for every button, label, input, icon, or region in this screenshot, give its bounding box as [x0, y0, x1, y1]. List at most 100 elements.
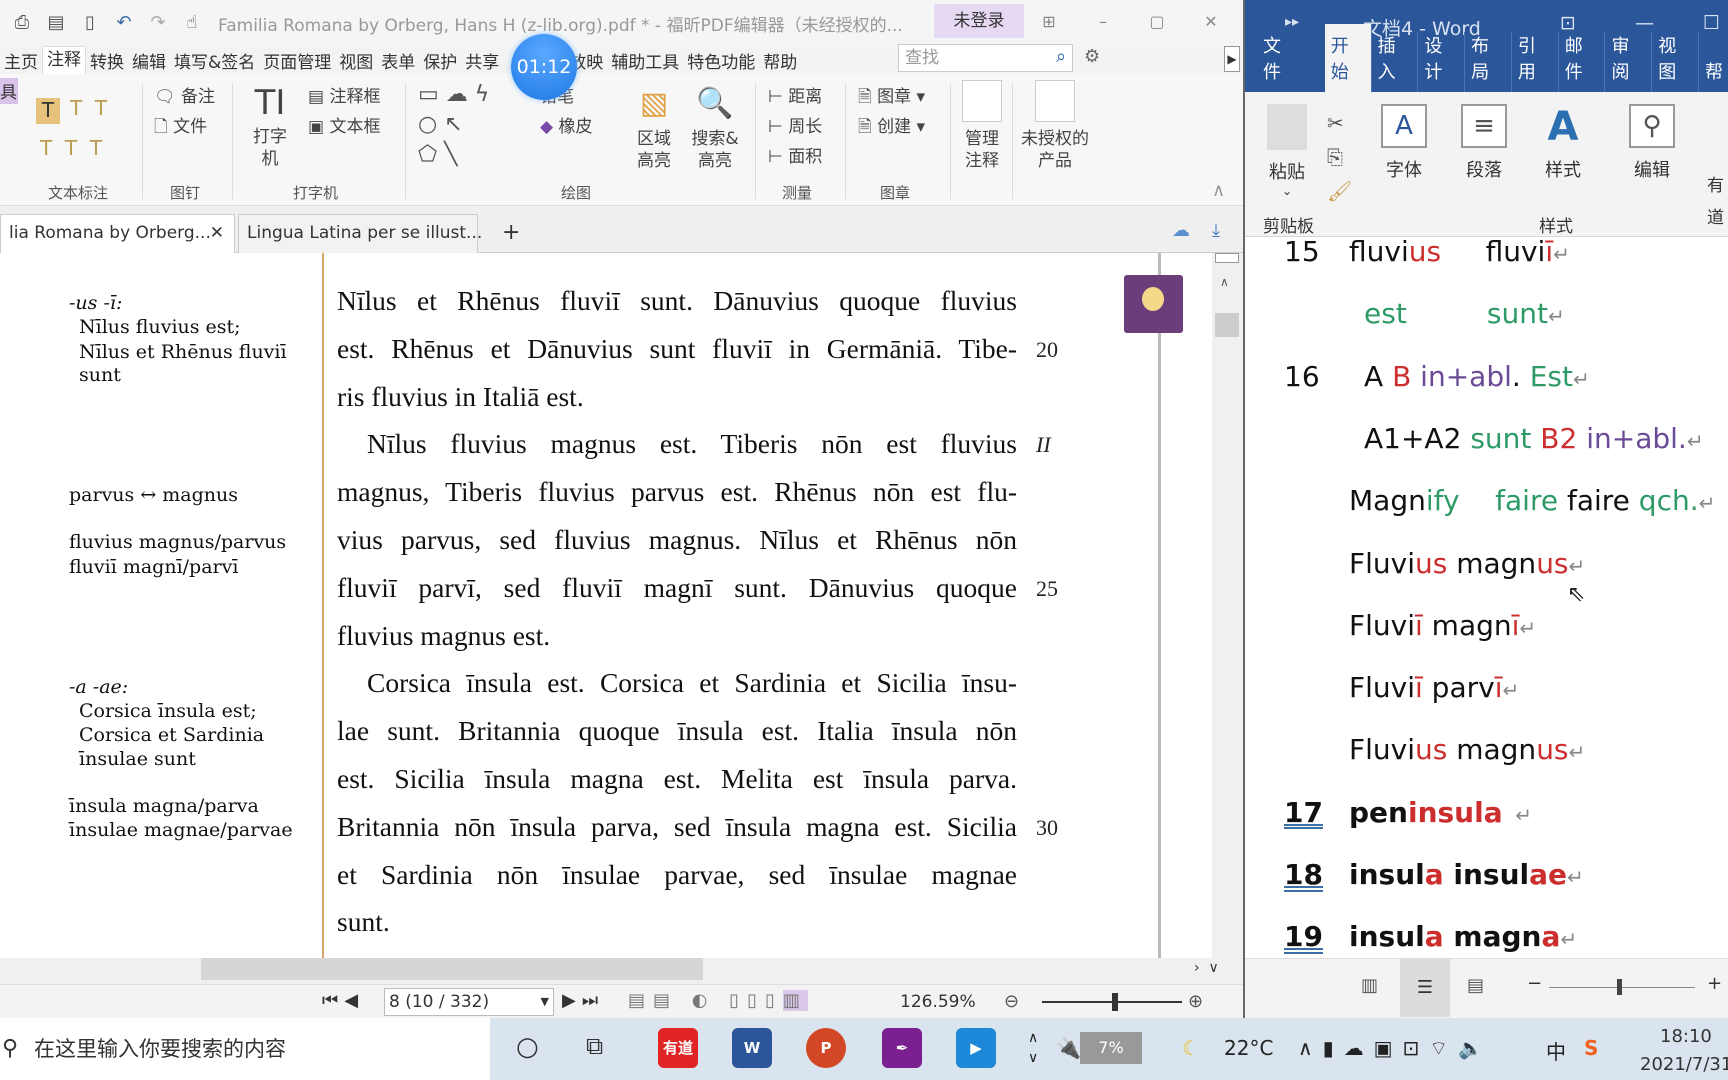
zoom-out-button[interactable]: ⊖	[1004, 991, 1019, 1012]
undo-icon[interactable]: ↶	[112, 11, 136, 35]
search-icon[interactable]: ⌕	[1056, 46, 1066, 67]
font-button[interactable]: A 字体	[1381, 104, 1427, 182]
tools-side-tab[interactable]: 具	[0, 78, 18, 104]
word-tab[interactable]: 布局	[1465, 32, 1512, 92]
next-last-page-buttons[interactable]: ▶⏭	[562, 990, 604, 1011]
manage-comments-button[interactable]: 管理注释	[960, 80, 1004, 172]
media-player-app[interactable]: ▶	[956, 1028, 996, 1068]
note-button[interactable]: 🗨 备注	[154, 82, 215, 107]
menu-item[interactable]: 视图	[335, 48, 377, 73]
layout-icon[interactable]: ⊞	[1034, 8, 1064, 36]
squiggly-icon[interactable]: T T	[70, 96, 107, 120]
horizontal-scrollbar[interactable]: › ∨	[0, 958, 1243, 984]
print-icon[interactable]: ⎙	[10, 11, 34, 35]
vertical-scrollbar[interactable]: ∧	[1212, 253, 1243, 958]
search-highlight-button[interactable]: 🔍 搜索&高亮	[690, 80, 740, 172]
recording-timer[interactable]: 01:12	[511, 34, 577, 100]
word-zoom-in[interactable]: +	[1707, 973, 1722, 994]
menu-item[interactable]: 页面管理	[259, 48, 335, 73]
cloud-icon[interactable]: ☁	[1172, 220, 1190, 241]
word-tab[interactable]: 视图	[1652, 32, 1700, 92]
callout-button[interactable]: ▤ 注释框	[308, 82, 380, 107]
word-tab[interactable]: 设计	[1418, 32, 1466, 92]
word-tab[interactable]: 审阅	[1605, 32, 1653, 92]
strikeout-icon[interactable]: T T T	[40, 136, 102, 160]
maximize-button[interactable]: ▢	[1142, 8, 1172, 36]
menu-item[interactable]: 辅助工具	[607, 48, 683, 73]
word-app[interactable]: W	[732, 1028, 772, 1068]
youdao-app[interactable]: 有道	[658, 1028, 698, 1068]
menu-item[interactable]: 共享	[461, 48, 503, 73]
paste-button[interactable]: 粘贴 ⌄	[1267, 104, 1307, 198]
distance-button[interactable]: ⊢ 距离	[768, 82, 822, 107]
word-tab[interactable]: 文件	[1245, 32, 1325, 92]
taskbar-search[interactable]: ⚲ 在这里输入你要搜索的内容	[0, 1018, 490, 1080]
first-prev-page-buttons[interactable]: ⏮◀	[322, 990, 364, 1011]
word-tab[interactable]: 帮	[1699, 58, 1728, 92]
pdf-editor-app[interactable]: ✒	[882, 1028, 922, 1068]
word-tab[interactable]: 开始	[1324, 24, 1372, 92]
system-tray-icons[interactable]: ∧▮☁▣⊡⌔🔈	[1298, 1036, 1493, 1061]
clock-time[interactable]: 18:10	[1660, 1026, 1712, 1047]
clock-date[interactable]: 2021/7/31	[1640, 1054, 1728, 1075]
menu-item[interactable]: 填写&签名	[170, 48, 259, 73]
view-mode-icons[interactable]: ▤▤ ◐ ▯▯▯▥	[628, 990, 808, 1011]
eraser-button[interactable]: ◆ 橡皮	[540, 112, 592, 137]
print-layout-icon[interactable]: ☰	[1400, 959, 1450, 1017]
word-maximize-button[interactable]: ☐	[1703, 12, 1720, 34]
textbox-button[interactable]: ▣ 文本框	[308, 112, 380, 137]
menu-item[interactable]: 转换	[86, 48, 128, 73]
hand-tool-icon[interactable]: ☝	[180, 11, 204, 35]
word-tab[interactable]: 引用	[1512, 32, 1559, 92]
typewriter-button[interactable]: TI 打字机	[250, 80, 290, 170]
zoom-slider[interactable]	[1042, 993, 1182, 1011]
unlicensed-products-button[interactable]: 未授权的产品	[1020, 80, 1090, 172]
tips-lightbulb-button[interactable]	[1124, 275, 1183, 333]
search-input[interactable]: 查找	[898, 44, 1073, 72]
new-file-icon[interactable]: ▯	[78, 11, 102, 35]
task-view-icon[interactable]: ⧉	[586, 1032, 603, 1060]
editing-button[interactable]: ⚲ 编辑	[1629, 104, 1675, 182]
ribbon-display-icon[interactable]: ⊡	[1560, 12, 1576, 34]
area-highlight-button[interactable]: ▧ 区域高亮	[636, 80, 672, 172]
zoom-level[interactable]: 126.59%	[900, 992, 976, 1012]
login-button[interactable]: 未登录	[934, 4, 1024, 38]
menu-item[interactable]: 编辑	[128, 48, 170, 73]
menu-item[interactable]: 特色功能	[683, 48, 759, 73]
powerpoint-app[interactable]: P	[806, 1028, 846, 1068]
close-button[interactable]: ✕	[1196, 8, 1226, 36]
tab-familia-romana[interactable]: lia Romana by Orberg... ✕	[0, 214, 235, 253]
create-button[interactable]: 🗎 创建 ▾	[858, 112, 925, 143]
tab-lingua-latina[interactable]: Lingua Latina per se illust...	[238, 214, 482, 253]
quick-access-icon[interactable]: ▸▸	[1285, 14, 1299, 30]
battery-indicator[interactable]: 7%	[1080, 1032, 1142, 1064]
menu-item[interactable]: 注释	[42, 46, 86, 74]
close-tab-icon[interactable]: ✕	[210, 215, 224, 251]
collapse-ribbon-icon[interactable]: ∧	[1212, 180, 1225, 201]
minimize-button[interactable]: –	[1088, 8, 1118, 36]
temperature[interactable]: 22°C	[1224, 1036, 1273, 1060]
menu-item[interactable]: 表单	[377, 48, 419, 73]
scroll-thumb[interactable]	[1215, 313, 1239, 337]
menu-scroll-right[interactable]: ▶	[1224, 46, 1240, 72]
area-button[interactable]: ⊢ 面积	[768, 142, 822, 167]
word-tab[interactable]: 邮件	[1559, 32, 1606, 92]
clipboard-tools[interactable]: ✂ ⎘ 🖌	[1327, 106, 1352, 208]
word-tab[interactable]: 插入	[1372, 32, 1419, 92]
new-tab-button[interactable]: +	[502, 220, 520, 245]
menu-item[interactable]: 主页	[0, 48, 42, 73]
ime-indicator[interactable]: 中	[1546, 1036, 1566, 1065]
menu-item[interactable]: 保护	[419, 48, 461, 73]
word-zoom-out[interactable]: −	[1527, 973, 1542, 994]
word-zoom-slider[interactable]	[1549, 979, 1695, 995]
highlight-text-icon[interactable]: T	[36, 98, 60, 124]
web-layout-icon[interactable]: ▤	[1467, 975, 1484, 996]
scroll-thumb[interactable]	[201, 958, 703, 980]
stamp-button[interactable]: 🗎 图章 ▾	[858, 82, 925, 113]
download-icon[interactable]: ⤓	[1212, 220, 1220, 241]
paragraph-button[interactable]: ≡ 段落	[1461, 104, 1507, 182]
page-number-field[interactable]: 8 (10 / 332) ▼	[384, 988, 554, 1016]
sogou-icon[interactable]: S	[1584, 1036, 1598, 1060]
redo-icon[interactable]: ↷	[146, 11, 170, 35]
taskbar-scroll[interactable]: ∧ ∨	[1028, 1028, 1038, 1068]
